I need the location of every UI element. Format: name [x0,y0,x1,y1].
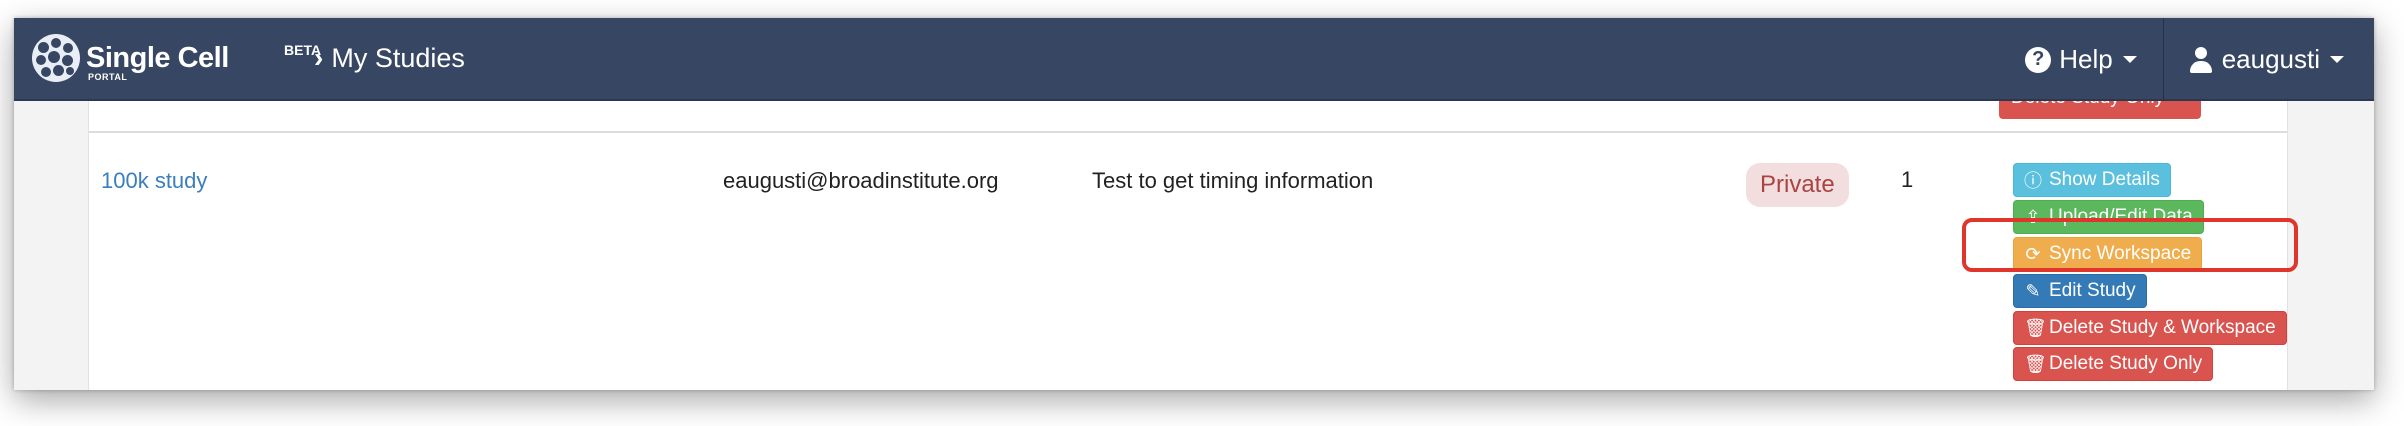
user-menu[interactable]: eaugusti [2162,18,2374,101]
study-owner: eaugusti@broadinstitute.org [723,168,999,193]
delete-study-workspace-label: Delete Study & Workspace [2049,317,2276,338]
trash-icon: 🗑 [2024,353,2047,374]
caret-down-icon [2330,56,2344,63]
edit-icon: ✎ [2025,280,2041,301]
question-circle-icon: ? [2025,46,2052,73]
row-divider [89,131,2287,133]
studies-table: Delete Study Only 100k study eaugusti@br… [88,93,2288,390]
logo-title: Single Cell [86,42,229,74]
study-name-link[interactable]: 100k study [101,168,207,194]
show-details-label: Show Details [2049,169,2160,190]
trash-icon: 🗑 [2024,317,2047,338]
browser-window: Single Cell BETA PORTAL › My Studies ? H… [14,18,2374,390]
breadcrumb-my-studies[interactable]: My Studies [331,43,465,74]
portal-label: PORTAL [88,72,128,82]
navbar-right-menu: ? Help eaugusti [1999,18,2374,101]
site-logo[interactable]: Single Cell BETA PORTAL [32,34,321,82]
user-icon [2189,46,2212,73]
edit-study-button[interactable]: ✎ Edit Study [2013,274,2147,308]
cell-logo-icon [32,34,80,82]
edit-study-label: Edit Study [2049,280,2136,301]
study-description: Test to get timing information [1092,168,1374,193]
chevron-right-icon: › [314,42,324,73]
show-details-button[interactable]: ⓘ Show Details [2013,163,2171,197]
user-label: eaugusti [2221,44,2320,74]
help-menu[interactable]: ? Help [1999,18,2162,101]
info-circle-icon: ⓘ [2024,171,2042,191]
caret-down-icon [2122,56,2137,63]
delete-study-workspace-button[interactable]: 🗑 Delete Study & Workspace [2013,311,2287,345]
delete-study-only-label: Delete Study Only [2049,353,2203,374]
sync-workspace-highlight [1962,218,2298,272]
share-count: 1 [1901,167,1914,192]
top-navbar: Single Cell BETA PORTAL › My Studies ? H… [14,18,2374,101]
breadcrumb[interactable]: › My Studies [314,42,465,74]
help-label: Help [2059,44,2113,74]
visibility-badge: Private [1746,163,1849,207]
delete-study-only-button[interactable]: 🗑 Delete Study Only [2013,347,2214,381]
